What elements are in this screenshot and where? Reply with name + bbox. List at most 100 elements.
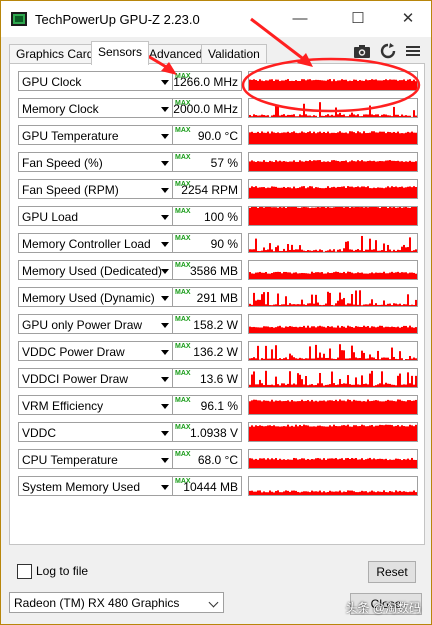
graph-bar (393, 492, 395, 495)
graph-bar (363, 161, 365, 171)
sensor-value-box[interactable]: MAX 90.0 °C (172, 125, 242, 145)
tab-advanced[interactable]: Advanced (142, 44, 210, 64)
sensor-name-dropdown[interactable]: Memory Controller Load (18, 233, 174, 253)
sensor-value-box[interactable]: MAX 291 MB (172, 287, 242, 307)
graph-bar (359, 357, 361, 360)
sensor-name-dropdown[interactable]: VRM Efficiency (18, 395, 174, 415)
graph-bar (261, 383, 263, 387)
graph-bar (371, 425, 373, 441)
tab-graphics-card[interactable]: Graphics Card (9, 44, 101, 64)
sensor-value-box[interactable]: MAX 57 % (172, 152, 242, 172)
reset-button[interactable]: Reset (368, 561, 416, 583)
minimize-button[interactable]: — (285, 7, 315, 31)
graph-bar (313, 303, 315, 306)
graph-bar (391, 384, 393, 387)
sensor-value-box[interactable]: MAX 13.6 W (172, 368, 242, 388)
graph-bar (367, 492, 369, 495)
graph-bar (365, 491, 367, 495)
graph-bar (377, 187, 379, 198)
sensor-value-box[interactable]: MAX 100 % (172, 206, 242, 226)
close-window-button[interactable]: ✕ (393, 7, 423, 31)
graph-bar (313, 115, 315, 117)
sensor-value-box[interactable]: MAX 68.0 °C (172, 449, 242, 469)
graph-bar (307, 273, 309, 279)
max-indicator: MAX (175, 154, 191, 161)
sensor-name-dropdown[interactable]: VDDCI Power Draw (18, 368, 174, 388)
graph-bar (413, 426, 415, 441)
graph-bar (289, 161, 291, 171)
sensor-name-dropdown[interactable]: Fan Speed (%) (18, 152, 174, 172)
graph-bar (367, 186, 369, 198)
sensor-name-dropdown[interactable]: Memory Used (Dedicated) (18, 260, 174, 280)
graph-bar (295, 424, 297, 441)
sensor-name-dropdown[interactable]: GPU only Power Draw (18, 314, 174, 334)
sensor-graph (248, 98, 418, 118)
sensor-name-dropdown[interactable]: Memory Clock (18, 98, 174, 118)
sensor-value-box[interactable]: MAX 1266.0 MHz (172, 71, 242, 91)
sensor-name-dropdown[interactable]: Memory Used (Dynamic) (18, 287, 174, 307)
graph-bar (277, 359, 279, 360)
camera-icon[interactable] (353, 43, 371, 59)
sensor-name-dropdown[interactable]: CPU Temperature (18, 449, 174, 469)
sensor-value-box[interactable]: MAX 2000.0 MHz (172, 98, 242, 118)
graph-bar (305, 250, 307, 252)
sensor-value-box[interactable]: MAX 3586 MB (172, 260, 242, 280)
tab-validation[interactable]: Validation (201, 44, 267, 64)
sensor-name-dropdown[interactable]: GPU Load (18, 206, 174, 226)
graph-bar (381, 357, 383, 360)
sensor-value-box[interactable]: MAX 1.0938 V (172, 422, 242, 442)
sensor-name-dropdown[interactable]: System Memory Used (18, 476, 174, 496)
sensor-value-box[interactable]: MAX 136.2 W (172, 341, 242, 361)
graph-bar (333, 79, 335, 90)
max-indicator: MAX (175, 451, 191, 458)
refresh-icon[interactable] (379, 43, 397, 59)
sensor-name-dropdown[interactable]: VDDC (18, 422, 174, 442)
graph-bar (315, 249, 317, 252)
graph-bar (379, 116, 381, 117)
log-to-file-checkbox[interactable] (17, 564, 32, 579)
graph-bar (381, 272, 383, 279)
sensor-value-box[interactable]: MAX 90 % (172, 233, 242, 253)
sensor-name-dropdown[interactable]: Fan Speed (RPM) (18, 179, 174, 199)
graph-bar (261, 131, 263, 144)
graph-bar (379, 359, 381, 360)
graph-bar (389, 160, 391, 171)
menu-icon[interactable] (404, 43, 422, 59)
title-bar: TechPowerUp GPU-Z 2.23.0 — ☐ ✕ (1, 1, 431, 37)
graph-bar (365, 401, 367, 414)
graph-bar (267, 425, 269, 441)
sensor-value-box[interactable]: MAX 158.2 W (172, 314, 242, 334)
graph-bar (403, 426, 405, 441)
graph-bar (255, 80, 257, 90)
graph-bar (295, 304, 297, 306)
graph-bar (411, 304, 413, 306)
sensor-value-box[interactable]: MAX 2254 RPM (172, 179, 242, 199)
graph-bar (303, 207, 305, 225)
graph-bar (349, 161, 351, 171)
graph-bar (411, 400, 413, 414)
graph-bar (343, 207, 345, 225)
graph-bar (307, 250, 309, 252)
sensor-value: 1.0938 V (189, 426, 238, 440)
graph-bar (397, 359, 399, 360)
sensor-name-dropdown[interactable]: GPU Clock (18, 71, 174, 91)
graph-bar (249, 187, 251, 198)
graph-bar (395, 458, 397, 468)
graph-bar (275, 491, 277, 495)
maximize-button[interactable]: ☐ (343, 7, 373, 31)
sensor-name-dropdown[interactable]: VDDC Power Draw (18, 341, 174, 361)
sensor-name-dropdown[interactable]: GPU Temperature (18, 125, 174, 145)
graph-bar (281, 426, 283, 441)
graph-bar (383, 459, 385, 468)
sensor-value-box[interactable]: MAX 96.1 % (172, 395, 242, 415)
gpu-select[interactable]: Radeon (TM) RX 480 Graphics (9, 592, 224, 613)
graph-bar (263, 272, 265, 279)
graph-bar (301, 426, 303, 441)
graph-bar (275, 345, 277, 360)
sensor-value-box[interactable]: MAX 10444 MB (172, 476, 242, 496)
graph-bar (257, 459, 259, 468)
graph-bar (393, 131, 395, 144)
tab-sensors[interactable]: Sensors (91, 41, 150, 65)
graph-bar (391, 79, 393, 90)
graph-bar (259, 161, 261, 171)
